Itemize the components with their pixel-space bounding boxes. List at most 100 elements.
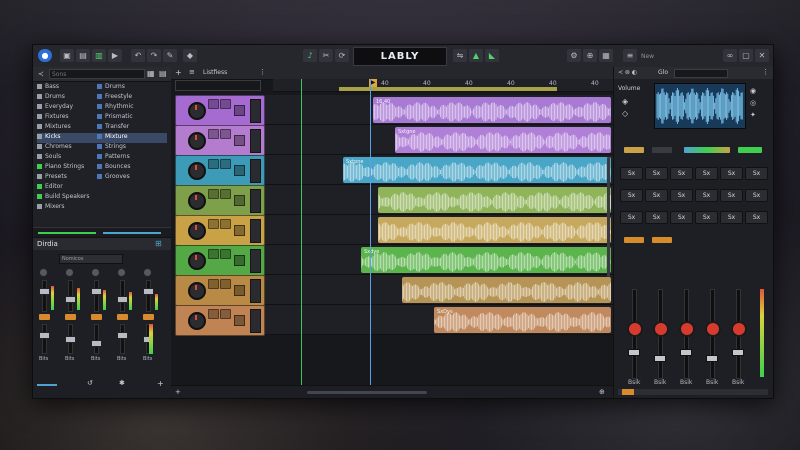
channel-knob[interactable] <box>91 268 100 277</box>
solo-button[interactable] <box>220 249 231 259</box>
track-volume-knob[interactable] <box>188 192 206 210</box>
inspector-tab-glo[interactable]: Glo <box>658 69 668 76</box>
mixer-toggle-icon[interactable]: ▥ <box>92 49 106 62</box>
browser-item[interactable]: Freestyle <box>97 93 167 103</box>
instrument-slot[interactable] <box>234 135 245 146</box>
audio-clip[interactable]: Sxtpne <box>343 157 611 183</box>
track-header[interactable] <box>175 155 265 186</box>
footer-add-icon[interactable]: + <box>175 388 181 396</box>
channel-fader[interactable] <box>39 288 50 295</box>
browser-item[interactable]: Rhythmic <box>97 103 167 113</box>
solo-button[interactable] <box>220 189 231 199</box>
channel-mute-button[interactable] <box>91 314 102 320</box>
undo-icon[interactable]: ↶ <box>131 49 145 62</box>
collapse-chevron-icon[interactable]: ≺ <box>38 70 44 78</box>
pad-button[interactable]: Sx <box>745 167 768 180</box>
channel-fader[interactable] <box>91 288 102 295</box>
pad-button[interactable]: Sx <box>670 189 693 202</box>
pad-bank-b[interactable] <box>652 237 672 243</box>
save-icon[interactable]: ▤ <box>76 49 90 62</box>
track-volume-knob[interactable] <box>188 222 206 240</box>
color-chip-yellow[interactable] <box>624 147 644 153</box>
track-lane[interactable] <box>265 185 613 215</box>
link-icon[interactable]: ∞ <box>723 49 737 62</box>
send-fader[interactable] <box>39 332 50 339</box>
pad-button[interactable]: Sx <box>670 211 693 224</box>
browser-item[interactable]: Mixtures <box>37 123 97 133</box>
pad-button[interactable]: Sx <box>670 167 693 180</box>
browser-item[interactable]: Kicks <box>37 133 97 143</box>
browser-item[interactable]: Build Speakers <box>37 193 97 203</box>
track-header[interactable] <box>175 95 265 126</box>
fx-icon[interactable]: ◇ <box>622 109 628 118</box>
track-search-input[interactable] <box>175 80 261 91</box>
track-fx-icon[interactable] <box>250 219 261 243</box>
mixer-preset-field[interactable]: Nomicos <box>59 254 123 264</box>
strip-pan-knob[interactable] <box>627 321 643 337</box>
cut-icon[interactable]: ✂ <box>319 49 333 62</box>
browser-item[interactable]: Patterns <box>97 153 167 163</box>
track-volume-knob[interactable] <box>188 252 206 270</box>
solo-button[interactable] <box>220 159 231 169</box>
mute-button[interactable] <box>208 189 219 199</box>
strip-pan-knob[interactable] <box>653 321 669 337</box>
grid-icon[interactable]: ◣ <box>485 49 499 62</box>
mute-button[interactable] <box>208 99 219 109</box>
vertical-scrollbar[interactable] <box>607 157 610 277</box>
browser-item[interactable]: Mixture <box>97 133 167 143</box>
inspector-tab-1[interactable]: ≺ ⊚ ◐ <box>618 69 637 76</box>
audio-clip[interactable] <box>402 277 611 303</box>
strip-fader[interactable] <box>732 349 744 356</box>
instrument-slot[interactable] <box>234 195 245 206</box>
track-lane[interactable]: Sxdye <box>265 245 613 275</box>
redo-icon[interactable]: ↷ <box>147 49 161 62</box>
audio-clip[interactable]: Sxtgne <box>395 127 611 153</box>
tools-icon[interactable]: ✎ <box>163 49 177 62</box>
browser-item[interactable]: Prismatic <box>97 113 167 123</box>
send-fader[interactable] <box>117 332 128 339</box>
inspector-menu-icon[interactable]: ≡ <box>623 49 637 62</box>
window-icon[interactable]: ▢ <box>739 49 753 62</box>
browser-item[interactable]: Editor <box>37 183 97 193</box>
track-fx-icon[interactable] <box>250 249 261 273</box>
browser-search-input[interactable] <box>49 69 145 79</box>
track-volume-knob[interactable] <box>188 132 206 150</box>
track-header[interactable] <box>175 215 265 246</box>
grid-view-icon[interactable]: ▦ <box>147 69 155 78</box>
track-lane[interactable]: Sxtpne <box>265 155 613 185</box>
strip-pan-knob[interactable] <box>679 321 695 337</box>
track-list-icon[interactable]: ≡ <box>189 68 195 76</box>
pad-button[interactable]: Sx <box>620 211 643 224</box>
split-icon[interactable]: ⇋ <box>453 49 467 62</box>
channel-mute-button[interactable] <box>143 314 154 320</box>
add-channel-icon[interactable]: + <box>157 379 164 388</box>
pad-button[interactable]: Sx <box>620 167 643 180</box>
color-chip-gray[interactable] <box>652 147 672 153</box>
pad-button[interactable]: Sx <box>695 189 718 202</box>
browser-item[interactable]: Transfer <box>97 123 167 133</box>
track-fx-icon[interactable] <box>250 279 261 303</box>
track-lane[interactable]: SxDys <box>265 305 613 335</box>
mute-button[interactable] <box>208 159 219 169</box>
browser-item[interactable]: Fixtures <box>37 113 97 123</box>
instrument-slot[interactable] <box>234 165 245 176</box>
mute-button[interactable] <box>208 129 219 139</box>
mic-icon[interactable]: ♪ <box>303 49 317 62</box>
instrument-slot[interactable] <box>234 105 245 116</box>
instrument-slot[interactable] <box>234 285 245 296</box>
horizontal-scrollbar[interactable] <box>307 391 427 394</box>
settings-icon[interactable]: ⚙ <box>567 49 581 62</box>
add-track-icon[interactable]: + <box>175 68 182 77</box>
snap-icon[interactable]: ▲ <box>469 49 483 62</box>
eq-icon[interactable]: ◈ <box>622 97 628 106</box>
browser-item[interactable]: Chromes <box>37 143 97 153</box>
track-lane[interactable] <box>265 215 613 245</box>
pad-button[interactable]: Sx <box>745 211 768 224</box>
mute-button[interactable] <box>208 219 219 229</box>
solo-button[interactable] <box>220 309 231 319</box>
channel-fader[interactable] <box>143 288 154 295</box>
instrument-slot[interactable] <box>234 315 245 326</box>
track-volume-knob[interactable] <box>188 282 206 300</box>
color-chip-green[interactable] <box>738 147 762 153</box>
track-volume-knob[interactable] <box>188 102 206 120</box>
